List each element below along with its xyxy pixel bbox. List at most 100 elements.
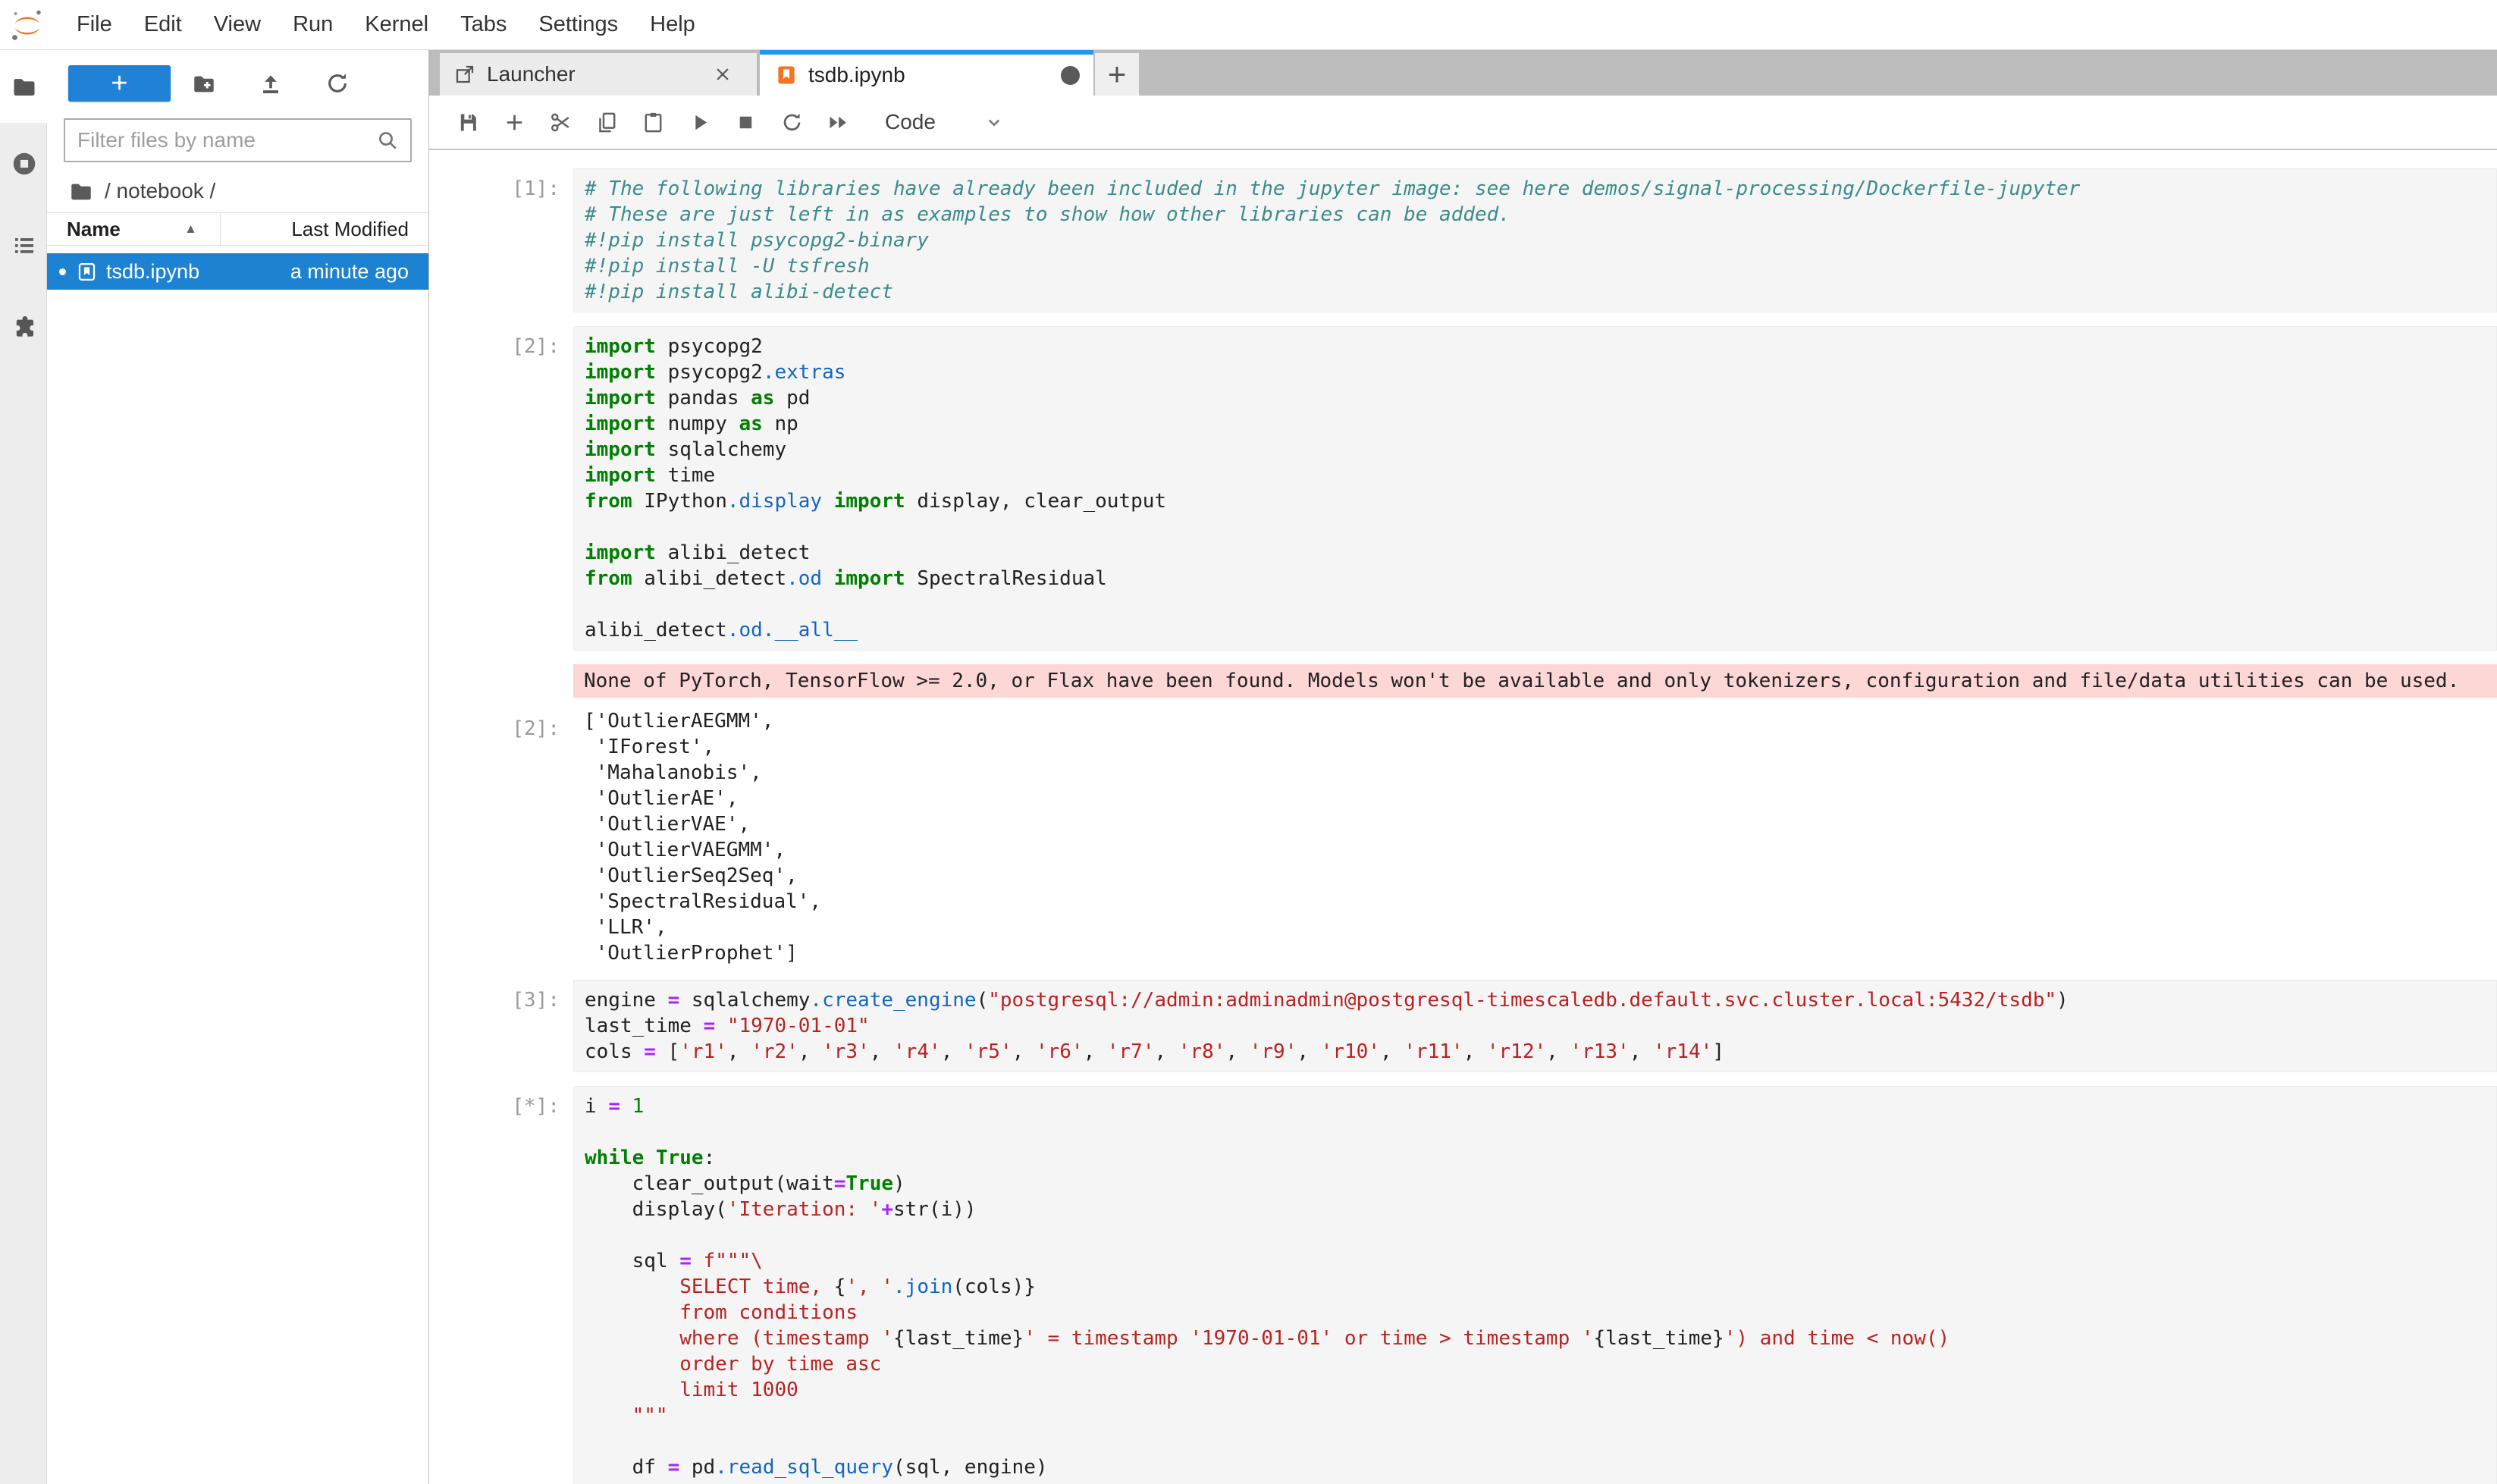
code-line: where (timestamp '{last_time}' = timesta…: [585, 1326, 2486, 1351]
code-line: while True:: [585, 1145, 2486, 1171]
code-line: import time: [585, 463, 2486, 488]
sidebar-tab-file-browser[interactable]: [0, 50, 48, 123]
code-cell-input[interactable]: [3]: engine = sqlalchemy.create_engine("p…: [429, 980, 2497, 1072]
code-line: # These are just left in as examples to …: [585, 202, 2486, 227]
code-line: [585, 514, 2486, 540]
file-row-tsdb[interactable]: tsdb.ipynb a minute ago: [47, 253, 428, 290]
launcher-icon: [453, 63, 476, 86]
code-line: import sqlalchemy: [585, 437, 2486, 463]
new-tab-button[interactable]: +: [1095, 53, 1139, 96]
sidebar-tab-running-kernels[interactable]: [0, 123, 48, 205]
menu-kernel[interactable]: Kernel: [349, 0, 444, 50]
code-cell-input[interactable]: [1]:# The following libraries have alrea…: [429, 168, 2497, 312]
code-line: 'IForest',: [584, 734, 2486, 760]
save-button[interactable]: [455, 109, 481, 135]
cell-output: [2]:['OutlierAEGMM', 'IForest', 'Mahalan…: [429, 708, 2497, 966]
code-line: sql = f"""\: [585, 1248, 2486, 1274]
menu-settings[interactable]: Settings: [522, 0, 634, 50]
menu-edit[interactable]: Edit: [128, 0, 198, 50]
tab-notebook[interactable]: tsdb.ipynb: [760, 50, 1093, 96]
code-line: import pandas as pd: [585, 385, 2486, 411]
new-launcher-button[interactable]: +: [68, 65, 171, 102]
code-line: import numpy as np: [585, 411, 2486, 437]
code-cell-input[interactable]: [*]:i = 1 while True: clear_output(wait=…: [429, 1086, 2497, 1484]
code-line: from IPython.display import display, cle…: [585, 488, 2486, 514]
file-filter-input[interactable]: [77, 128, 375, 152]
paste-icon: [642, 111, 665, 134]
code-line: 'OutlierProphet']: [584, 940, 2486, 966]
upload-button[interactable]: [237, 65, 304, 102]
tab-launcher[interactable]: Launcher: [440, 53, 757, 96]
cell-prompt: [429, 664, 573, 672]
close-tab-icon[interactable]: [711, 63, 734, 86]
restart-icon: [780, 111, 804, 134]
insert-cell-button[interactable]: [501, 109, 527, 135]
save-icon: [456, 111, 480, 134]
code-line: 'OutlierAE',: [584, 786, 2486, 811]
jupyter-logo: [11, 8, 44, 42]
file-filter-box: [64, 118, 412, 162]
restart-kernel-button[interactable]: [779, 109, 805, 135]
running-kernels-icon: [11, 150, 38, 177]
search-icon: [375, 128, 400, 152]
unsaved-changes-indicator: [1061, 66, 1080, 85]
code-line: last_time = "1970-01-01": [585, 1013, 2486, 1039]
cell-prompt: [2]:: [429, 326, 573, 359]
code-line: df2 = df.fillna(method="ffill"): [585, 1480, 2486, 1484]
file-browser-toolbar: +: [47, 50, 428, 106]
restart-run-all-button[interactable]: [825, 109, 851, 135]
menu-help[interactable]: Help: [634, 0, 711, 50]
code-line: [585, 1222, 2486, 1248]
notebook-file-icon: [77, 262, 97, 282]
breadcrumb: / notebook /: [47, 176, 428, 206]
code-line: import alibi_detect: [585, 540, 2486, 566]
code-line: SELECT time, {', '.join(cols)}: [585, 1274, 2486, 1300]
code-line: i = 1: [585, 1093, 2486, 1119]
column-name-label: Name: [67, 218, 121, 241]
refresh-icon: [325, 71, 350, 96]
cell-prompt: [*]:: [429, 1086, 573, 1119]
new-folder-button[interactable]: [171, 65, 237, 102]
menu-view[interactable]: View: [198, 0, 277, 50]
code-line: display('Iteration: '+str(i)): [585, 1197, 2486, 1222]
code-line: [585, 1429, 2486, 1454]
sidebar-tab-extensions[interactable]: [0, 287, 48, 369]
notebook-cells: [1]:# The following libraries have alrea…: [429, 150, 2497, 1484]
code-line: order by time asc: [585, 1351, 2486, 1377]
tab-launcher-label: Launcher: [487, 62, 711, 86]
code-line: from conditions: [585, 1300, 2486, 1326]
code-line: None of PyTorch, TensorFlow >= 2.0, or F…: [584, 668, 2486, 694]
code-line: df = pd.read_sql_query(sql, engine): [585, 1454, 2486, 1480]
sidebar-tab-table-of-contents[interactable]: [0, 205, 48, 287]
paste-cells-button[interactable]: [640, 109, 666, 135]
code-cell-input[interactable]: [2]:import psycopg2import psycopg2.extra…: [429, 326, 2497, 651]
menu-run[interactable]: Run: [277, 0, 349, 50]
code-line: 'Mahalanobis',: [584, 760, 2486, 786]
fast-forward-icon: [827, 111, 850, 134]
run-button[interactable]: [686, 109, 712, 135]
interrupt-kernel-button[interactable]: [732, 109, 758, 135]
code-line: limit 1000: [585, 1377, 2486, 1403]
column-last-modified[interactable]: Last Modified: [221, 218, 428, 241]
code-line: [585, 1119, 2486, 1145]
cut-cells-button[interactable]: [547, 109, 573, 135]
cell-prompt: [2]:: [429, 708, 573, 742]
new-folder-icon: [191, 71, 217, 96]
chevron-down-icon[interactable]: [983, 111, 1005, 133]
cut-icon: [549, 111, 572, 134]
breadcrumb-path[interactable]: / notebook /: [105, 179, 215, 203]
cell-prompt: [3]:: [429, 980, 573, 1013]
notebook-tab-icon: [775, 64, 798, 86]
copy-cells-button[interactable]: [594, 109, 620, 135]
table-of-contents-icon: [11, 232, 38, 259]
home-folder-icon[interactable]: [68, 178, 94, 204]
folder-icon: [11, 73, 38, 100]
menu-file[interactable]: File: [61, 0, 128, 50]
cell-type-select[interactable]: Code: [885, 110, 936, 134]
code-line: alibi_detect.od.__all__: [585, 617, 2486, 643]
column-name[interactable]: Name ▲: [47, 213, 221, 245]
menu-tabs[interactable]: Tabs: [444, 0, 522, 50]
refresh-button[interactable]: [304, 65, 371, 102]
code-line: engine = sqlalchemy.create_engine("postg…: [585, 987, 2486, 1013]
code-line: #!pip install alibi-detect: [585, 279, 2486, 305]
